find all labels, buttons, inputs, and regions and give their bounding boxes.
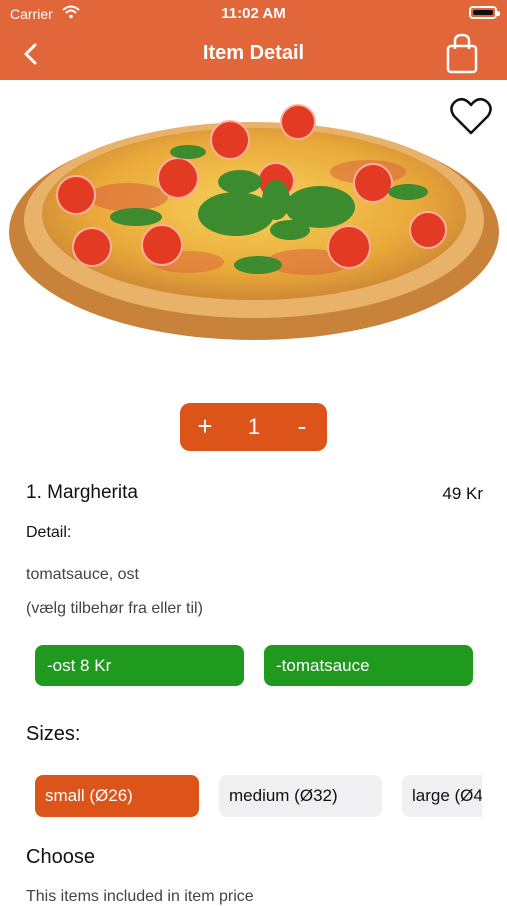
product-image-area (0, 80, 507, 380)
addon-note: (vælg tilbehør fra eller til) (26, 600, 203, 617)
choose-heading: Choose (26, 846, 95, 868)
decrease-quantity-button[interactable]: - (287, 409, 317, 443)
included-note: This items included in item price (26, 888, 254, 905)
size-option-large[interactable]: large (Ø4 (402, 775, 482, 817)
clock: 11:02 AM (221, 5, 286, 22)
size-option-small[interactable]: small (Ø26) (35, 775, 199, 817)
item-price: 49 Kr (442, 484, 483, 503)
addon-remove-sauce-button[interactable]: -tomatsauce (264, 645, 473, 686)
status-bar: Carrier 11:02 AM (0, 0, 507, 28)
quantity-stepper: + 1 - (180, 403, 327, 451)
battery-icon (469, 6, 500, 19)
increase-quantity-button[interactable]: + (190, 409, 220, 443)
size-option-medium[interactable]: medium (Ø32) (219, 775, 382, 817)
addon-remove-cheese-button[interactable]: -ost 8 Kr (35, 645, 244, 686)
sizes-heading: Sizes: (26, 723, 81, 745)
quantity-value: 1 (247, 414, 261, 439)
nav-bar: Item Detail (0, 28, 507, 80)
page-title: Item Detail (202, 42, 305, 64)
detail-label: Detail: (26, 524, 72, 541)
item-name: 1. Margherita (26, 482, 138, 503)
size-selector: small (Ø26) medium (Ø32) large (Ø4 (35, 775, 482, 817)
pizza-image (9, 104, 499, 340)
ingredients-text: tomatsauce, ost (26, 566, 139, 583)
heart-icon[interactable] (449, 96, 493, 136)
shopping-bag-icon[interactable] (445, 32, 479, 74)
